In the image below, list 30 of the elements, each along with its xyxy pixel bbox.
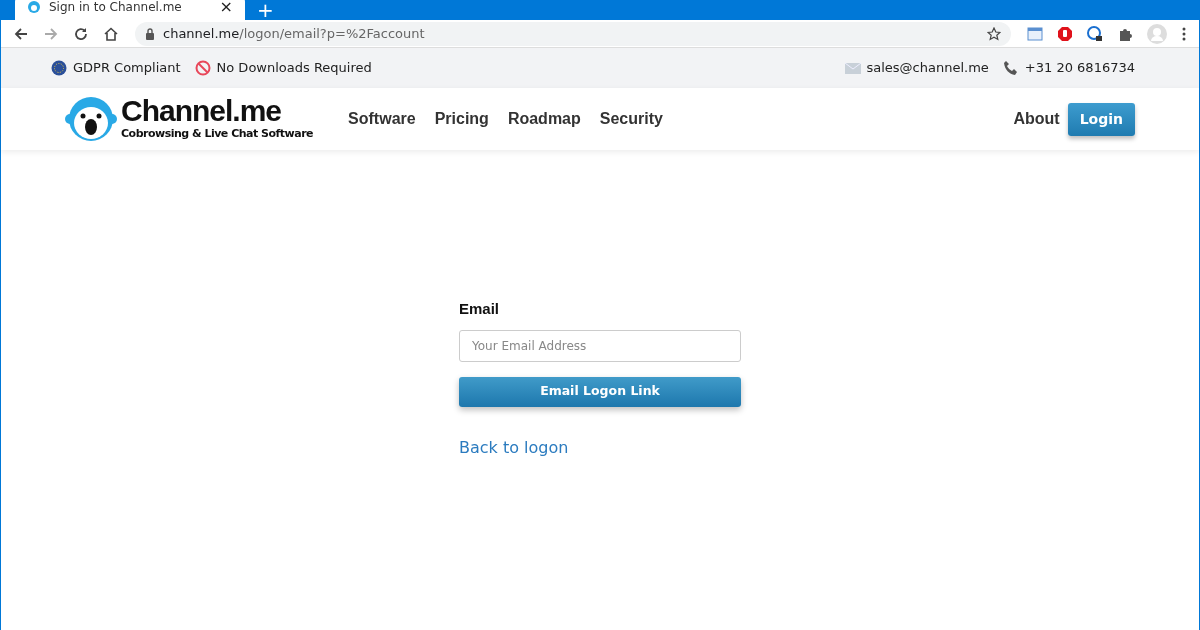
email-input-field[interactable]: Your Email Address bbox=[459, 329, 741, 362]
nav-link[interactable]: Security bbox=[599, 107, 663, 131]
tab-title: Sign in to Channel.me bbox=[49, 0, 183, 16]
info-text: No Downloads Required bbox=[216, 59, 372, 78]
email-logon-link-button[interactable]: Email Logon Link bbox=[459, 376, 741, 407]
nav-link[interactable]: Roadmap bbox=[507, 107, 581, 131]
favicon-icon bbox=[27, 0, 41, 14]
star-icon[interactable] bbox=[987, 26, 1001, 41]
phone-icon bbox=[1002, 60, 1019, 76]
browser-tab[interactable]: Sign in to Channel.me × bbox=[15, 0, 245, 20]
prohibited-icon bbox=[194, 60, 211, 76]
info-text: GDPR Compliant bbox=[73, 59, 181, 78]
eu-flag-icon bbox=[51, 60, 67, 76]
info-text: +31 20 6816734 bbox=[1024, 59, 1135, 78]
envelope-icon bbox=[844, 60, 861, 76]
new-tab-button[interactable]: + bbox=[247, 0, 284, 20]
brand-name[interactable]: Channel.me bbox=[121, 95, 314, 126]
close-tab-button[interactable]: × bbox=[219, 0, 233, 15]
nav-link[interactable]: Software bbox=[348, 107, 416, 131]
email-link[interactable]: sales@channel.me bbox=[866, 58, 989, 78]
address-bar[interactable]: channel.me/logon/email?p=%2Faccount bbox=[135, 21, 1011, 46]
nav-link[interactable]: Pricing bbox=[434, 107, 489, 131]
url-text: channel.me/logon/email?p=%2Faccount bbox=[163, 24, 426, 43]
monkey-logo-icon bbox=[65, 96, 117, 142]
nav-link[interactable]: About bbox=[1013, 107, 1060, 131]
lock-icon bbox=[145, 27, 155, 40]
tagline: Cobrowsing & Live Chat Software bbox=[121, 125, 314, 142]
login-button[interactable]: Login bbox=[1067, 102, 1135, 136]
field-label: Email bbox=[459, 299, 501, 319]
back-link[interactable]: Back to logon bbox=[459, 435, 569, 460]
